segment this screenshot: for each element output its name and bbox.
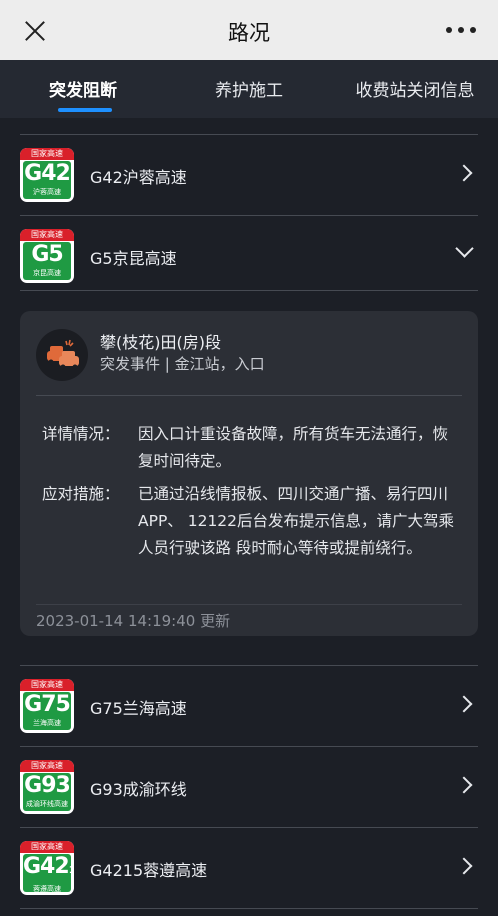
incident-card: 攀(枝花)田(房)段 突发事件 | 金江站，入口 详情情况： 因入口计重设备故障… — [20, 311, 478, 636]
route-row-g93[interactable]: 国家高速 G93 成渝环线高速 G93成渝环线 — [0, 746, 498, 826]
top-bar: 路况 — [0, 0, 498, 60]
shield-header: 国家高速 — [20, 679, 74, 691]
measure-text: 已通过沿线情报板、四川交通广播、易行四川APP、 12122后台发布提示信息，请… — [138, 485, 455, 557]
divider — [36, 395, 462, 396]
highway-shield-icon: 国家高速 G42 沪蓉高速 — [20, 148, 74, 202]
shield-route-name: 沪蓉高速 — [33, 188, 61, 196]
tab-toll-closure[interactable]: 收费站关闭信息 — [332, 60, 498, 118]
page-title: 路况 — [228, 21, 270, 45]
detail-row: 详情情况： 因入口计重设备故障，所有货车无法通行，恢复时间待定。 — [42, 421, 462, 475]
shield-code: G75 — [24, 692, 71, 717]
shield-code-main: G42 — [23, 854, 70, 879]
chevron-down-icon — [455, 239, 474, 258]
shield-code: G42 — [24, 161, 71, 186]
shield-header: 国家高速 — [20, 760, 74, 772]
shield-code-suffix: 15 — [68, 865, 74, 876]
shield-code: G93 — [24, 773, 71, 798]
highway-shield-icon: 国家高速 G75 兰海高速 — [20, 679, 74, 733]
car-collision-icon — [36, 329, 88, 381]
measure-row: 应对措施： 已通过沿线情报板、四川交通广播、易行四川APP、 12122后台发布… — [42, 481, 462, 562]
shield-code: G4215 — [23, 854, 74, 884]
divider — [36, 604, 462, 605]
route-row-g75[interactable]: 国家高速 G75 兰海高速 G75兰海高速 — [0, 665, 498, 745]
route-row-g42[interactable]: 国家高速 G42 沪蓉高速 G42沪蓉高速 — [0, 134, 498, 214]
more-options-icon[interactable] — [446, 22, 476, 38]
highway-shield-icon: 国家高速 G93 成渝环线高速 — [20, 760, 74, 814]
shield-route-name: 蓉遵高速 — [33, 885, 61, 893]
highway-shield-icon: 国家高速 G5 京昆高速 — [20, 229, 74, 283]
divider — [20, 908, 478, 909]
active-tab-indicator — [58, 108, 112, 112]
chevron-right-icon — [455, 695, 473, 713]
route-row-g5[interactable]: 国家高速 G5 京昆高速 G5京昆高速 — [0, 215, 498, 295]
shield-header: 国家高速 — [20, 148, 74, 160]
route-name: G42沪蓉高速 — [90, 168, 187, 187]
chevron-right-icon — [455, 857, 473, 875]
update-timestamp: 2023-01-14 14:19:40 更新 — [36, 612, 231, 630]
tab-maintenance[interactable]: 养护施工 — [166, 60, 332, 118]
shield-route-name: 京昆高速 — [33, 269, 61, 277]
shield-route-name: 成渝环线高速 — [26, 800, 68, 808]
shield-header: 国家高速 — [20, 229, 74, 241]
detail-text: 因入口计重设备故障，所有货车无法通行，恢复时间待定。 — [138, 425, 449, 470]
shield-header: 国家高速 — [20, 841, 74, 853]
route-name: G75兰海高速 — [90, 699, 187, 718]
route-name: G5京昆高速 — [90, 249, 177, 268]
divider — [20, 290, 478, 291]
route-name: G4215蓉遵高速 — [90, 861, 208, 880]
chevron-right-icon — [455, 776, 473, 794]
route-row-g4215[interactable]: 国家高速 G4215 蓉遵高速 G4215蓉遵高速 — [0, 827, 498, 907]
chevron-right-icon — [455, 164, 473, 182]
incident-section-title: 攀(枝花)田(房)段 — [100, 333, 221, 352]
route-name: G93成渝环线 — [90, 780, 187, 799]
highway-shield-icon: 国家高速 G4215 蓉遵高速 — [20, 841, 74, 895]
detail-label: 详情情况： — [42, 425, 120, 443]
incident-meta: 突发事件 | 金江站，入口 — [100, 355, 265, 373]
shield-code: G5 — [31, 242, 63, 267]
shield-route-name: 兰海高速 — [33, 719, 61, 727]
measure-label: 应对措施： — [42, 485, 120, 503]
